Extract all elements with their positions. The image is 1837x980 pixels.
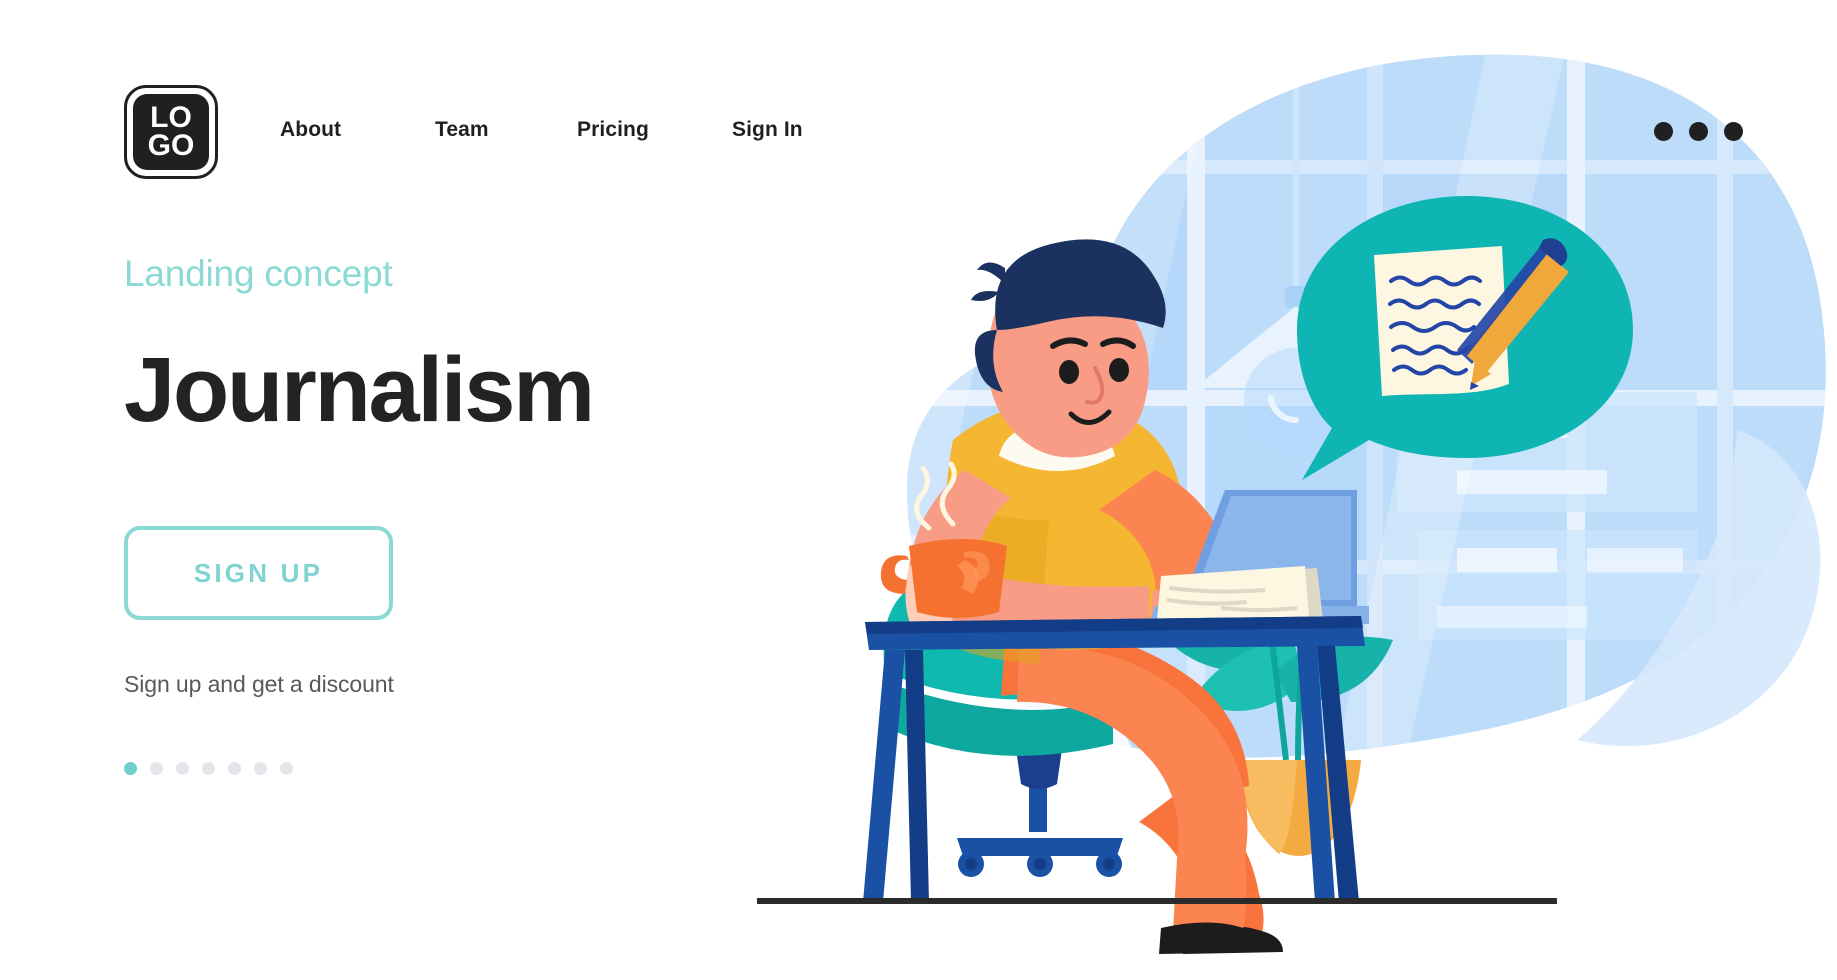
nav-item-sign-in[interactable]: Sign In bbox=[732, 118, 852, 142]
nav-item-team[interactable]: Team bbox=[435, 118, 577, 142]
logo-line-2: GO bbox=[147, 129, 195, 162]
hero-subtext: Sign up and get a discount bbox=[124, 671, 394, 697]
carousel-dot-2[interactable] bbox=[150, 762, 163, 775]
carousel-indicator[interactable] bbox=[124, 762, 824, 775]
site-header: LO GO About Team Pricing Sign In bbox=[0, 0, 1837, 200]
carousel-dot-4[interactable] bbox=[202, 762, 215, 775]
landing-page: LO GO About Team Pricing Sign In Landing… bbox=[0, 0, 1837, 980]
carousel-dot-7[interactable] bbox=[280, 762, 293, 775]
nav-item-about[interactable]: About bbox=[280, 118, 435, 142]
carousel-dot-1[interactable] bbox=[124, 762, 137, 775]
logo-mark: LO GO bbox=[133, 94, 209, 170]
carousel-dot-6[interactable] bbox=[254, 762, 267, 775]
carousel-dot-3[interactable] bbox=[176, 762, 189, 775]
hero-eyebrow: Landing concept bbox=[124, 253, 393, 294]
nav-item-pricing[interactable]: Pricing bbox=[577, 118, 732, 142]
main-navigation: About Team Pricing Sign In bbox=[280, 118, 852, 142]
logo-line-1: LO bbox=[150, 101, 192, 135]
page-title: Journalism bbox=[124, 339, 595, 441]
floor-line bbox=[757, 898, 1557, 904]
kebab-dot-3 bbox=[1724, 122, 1743, 141]
kebab-menu-icon[interactable] bbox=[1654, 122, 1743, 141]
sign-up-button[interactable]: SIGN UP bbox=[124, 526, 393, 620]
hero-content: Landing concept Journalism SIGN UP Sign … bbox=[124, 255, 824, 775]
logo[interactable]: LO GO bbox=[124, 85, 218, 179]
carousel-dot-5[interactable] bbox=[228, 762, 241, 775]
kebab-dot-2 bbox=[1689, 122, 1708, 141]
kebab-dot-1 bbox=[1654, 122, 1673, 141]
